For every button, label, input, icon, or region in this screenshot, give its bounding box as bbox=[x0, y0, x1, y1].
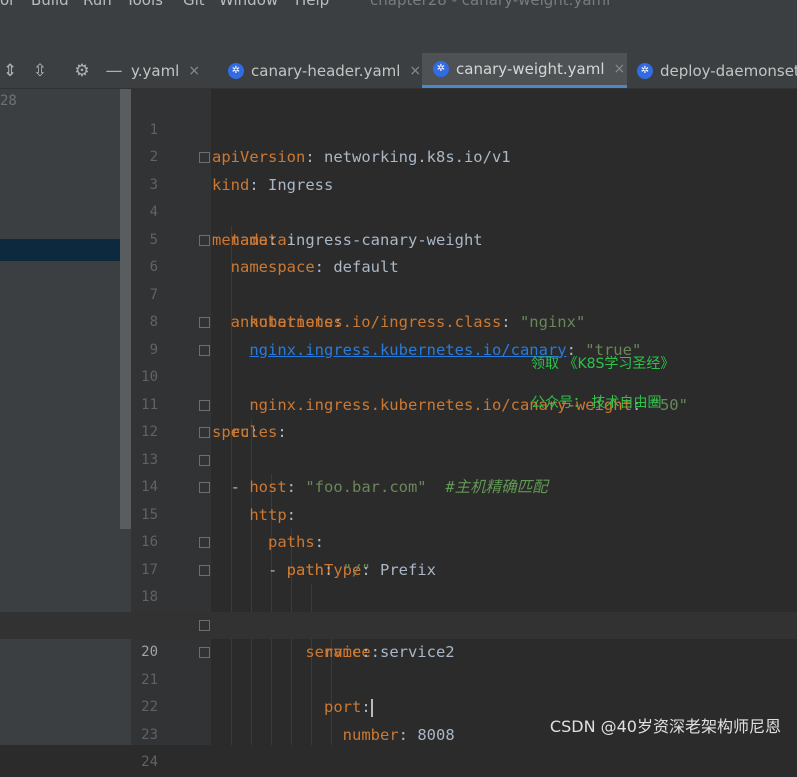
tab-label: y.yaml bbox=[131, 61, 180, 80]
fold-icon[interactable] bbox=[199, 619, 210, 631]
code-line: 15 - pathType: Prefix bbox=[0, 474, 797, 579]
close-icon[interactable]: × bbox=[409, 63, 421, 79]
code-line: 4 name: ingress-canary-weight bbox=[0, 172, 797, 249]
menu-item-window[interactable]: Window bbox=[219, 0, 278, 9]
promo-note-book: 领取 《K8S学习圣经》 bbox=[531, 356, 675, 372]
title-spacer bbox=[0, 12, 797, 53]
fold-icon[interactable] bbox=[199, 152, 210, 163]
menu-item-build[interactable]: Build bbox=[31, 0, 69, 9]
fold-icon[interactable] bbox=[199, 482, 210, 493]
code-line: 22 bbox=[0, 667, 797, 715]
tab-label: canary-header.yaml bbox=[251, 61, 401, 80]
fold-icon[interactable] bbox=[199, 454, 210, 466]
kubernetes-icon: ✲ bbox=[228, 62, 244, 79]
watermark: CSDN @40岁资深老架构师尼恩 bbox=[549, 717, 781, 736]
tab-deploy-daemonset[interactable]: ✲ deploy-daemonset bbox=[627, 53, 797, 88]
fold-icon[interactable] bbox=[199, 537, 210, 548]
kubernetes-icon: ✲ bbox=[637, 62, 653, 79]
editor-tab-bar: ⇕ ⇳ ⚙ — y.yaml × ✲ canary-header.yaml × … bbox=[0, 53, 797, 89]
menu-bar: or Build Run Tools Git Window Help chapt… bbox=[0, 0, 797, 12]
menu-item-git[interactable]: Git bbox=[183, 0, 205, 9]
code-line: 14 paths: bbox=[0, 447, 797, 551]
line-number: 24 bbox=[141, 754, 158, 770]
code-line: 5 namespace: default bbox=[0, 199, 797, 277]
code-line: 19 name: service2 bbox=[0, 584, 797, 662]
kubernetes-icon: ✲ bbox=[433, 61, 449, 77]
fold-end-icon[interactable] bbox=[199, 647, 210, 658]
fold-icon[interactable] bbox=[199, 427, 210, 438]
menu-item-help[interactable]: Help bbox=[295, 0, 329, 9]
code-line: 11 rules: bbox=[0, 364, 797, 442]
fold-end-icon[interactable] bbox=[199, 317, 210, 328]
tab-canary-header[interactable]: ✲ canary-header.yaml × bbox=[217, 53, 421, 88]
code-line: 17 backend: bbox=[0, 529, 797, 634]
code-line: 3 metadata: bbox=[0, 144, 797, 249]
tab-label: deploy-daemonset bbox=[660, 61, 797, 80]
promo-note-account: 公众号： 技术自由圈 bbox=[531, 395, 662, 411]
minimize-icon[interactable]: — bbox=[104, 61, 124, 81]
code-line: 10 spec: bbox=[0, 337, 797, 441]
expand-all-icon[interactable]: ⇕ bbox=[0, 61, 20, 81]
menu-item-run[interactable]: Run bbox=[83, 0, 112, 9]
fold-icon[interactable] bbox=[199, 564, 210, 576]
code-line: 7 kubernetes.io/ingress.class: "nginx" bbox=[0, 254, 797, 332]
code-line: 16 path: "/" bbox=[0, 502, 797, 579]
code-line: 9 nginx.ingress.kubernetes.io/canary-wei… bbox=[0, 309, 797, 414]
menu-item-edit[interactable]: or bbox=[0, 0, 15, 9]
window-title: chapter28 - canary-weight.yaml bbox=[370, 0, 611, 9]
gear-icon[interactable]: ⚙ bbox=[72, 61, 92, 81]
fold-icon[interactable] bbox=[199, 344, 210, 356]
tab-canary-weight[interactable]: ✲ canary-weight.yaml × bbox=[422, 53, 627, 88]
code-line: 2 kind: Ingress bbox=[0, 117, 797, 194]
code-line: 13 http: bbox=[0, 419, 797, 524]
code-line: 21 number: 8008 bbox=[0, 639, 797, 744]
collapse-all-icon[interactable]: ⇳ bbox=[30, 61, 50, 81]
code-line: 12 - host: "foo.bar.com" #主机精确匹配 bbox=[0, 392, 797, 496]
code-line: 6 annotations: bbox=[0, 227, 797, 331]
fold-icon[interactable] bbox=[199, 234, 210, 246]
code-line: 1 apiVersion: networking.k8s.io/v1 bbox=[0, 89, 797, 167]
close-icon[interactable]: × bbox=[188, 63, 200, 79]
tab-label: canary-weight.yaml bbox=[456, 60, 605, 78]
tab-other-yaml[interactable]: y.yaml × bbox=[131, 53, 217, 88]
fold-icon[interactable] bbox=[199, 399, 210, 411]
menu-item-tools[interactable]: Tools bbox=[126, 0, 163, 9]
code-line: 8 nginx.ingress.kubernetes.io/canary: "t… bbox=[0, 282, 797, 359]
current-code-line: 20 port: bbox=[0, 611, 797, 717]
code-line: 18 service: bbox=[0, 557, 797, 661]
close-icon[interactable]: × bbox=[614, 61, 626, 77]
